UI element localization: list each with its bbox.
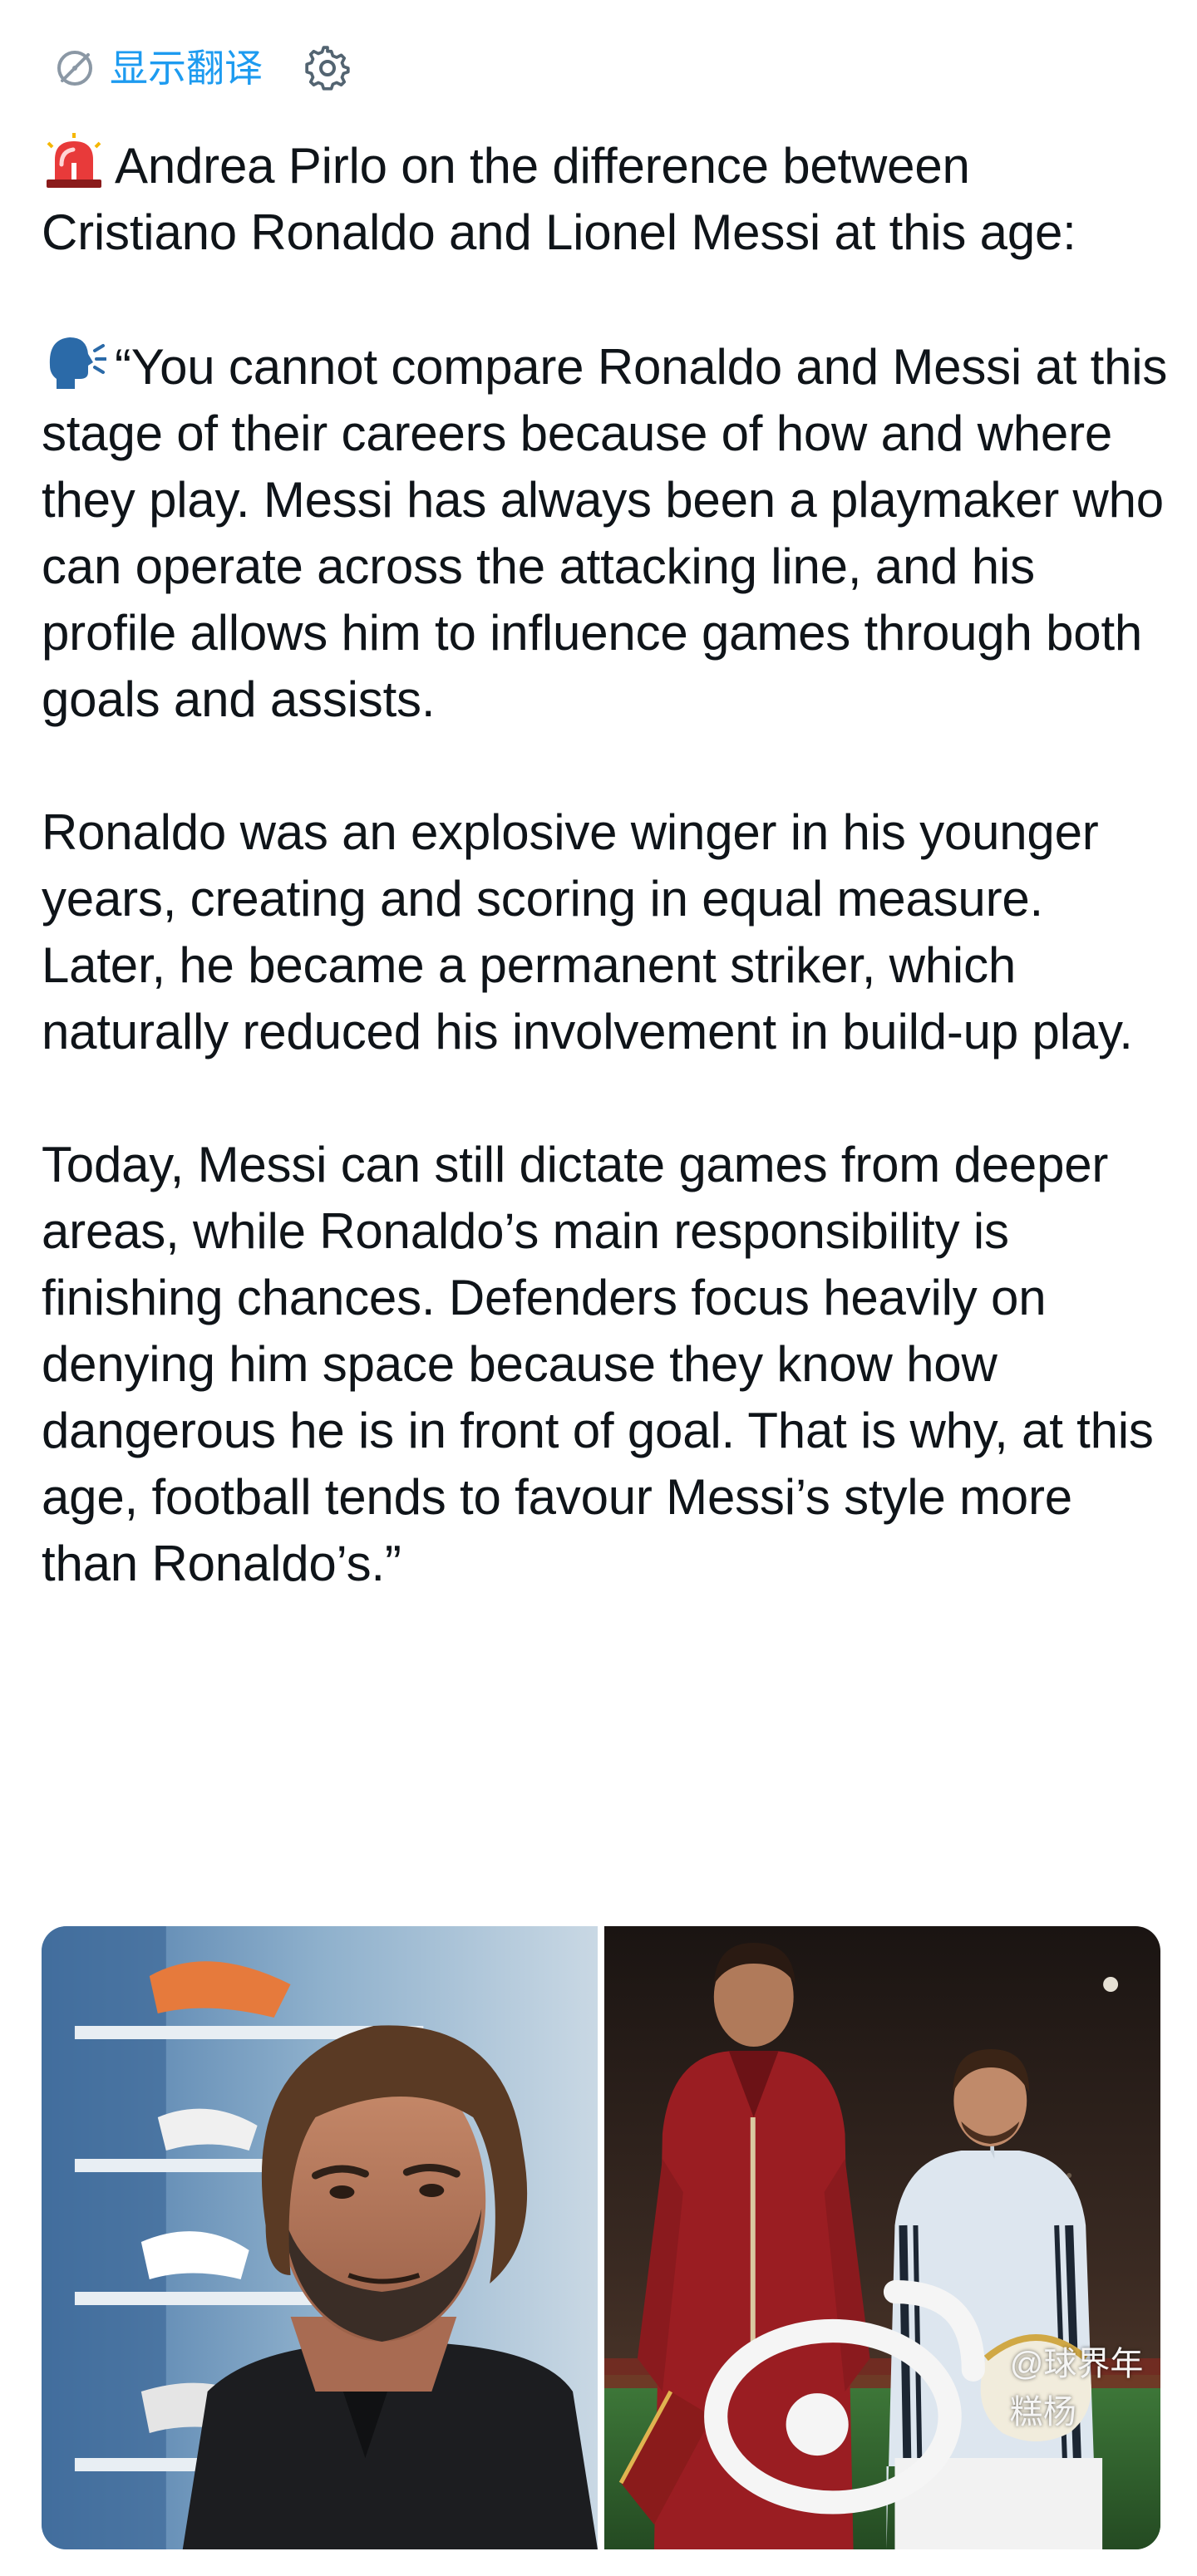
tweet-paragraph-2: “You cannot compare Ronaldo and Messi at… xyxy=(42,332,1172,733)
show-translation-link[interactable]: 显示翻译 xyxy=(53,47,263,90)
speaking-head-emoji xyxy=(49,337,106,389)
pirlo-photo[interactable] xyxy=(42,1926,598,2549)
paragraph-1-text: Andrea Pirlo on the difference between C… xyxy=(42,138,1076,260)
show-translation-label: 显示翻译 xyxy=(110,47,263,90)
weibo-watermark: @球界年糕杨 xyxy=(692,2229,1147,2541)
translate-bar: 显示翻译 xyxy=(53,42,354,95)
siren-emoji xyxy=(47,133,101,188)
paragraph-2-text: “You cannot compare Ronaldo and Messi at… xyxy=(42,339,1168,727)
translation-settings-button[interactable] xyxy=(301,42,354,95)
ronaldo-messi-photo[interactable]: @球界年糕杨 xyxy=(604,1926,1160,2549)
media-grid: @球界年糕杨 xyxy=(42,1926,1160,2549)
translate-icon xyxy=(57,51,92,86)
tweet-paragraph-1: Andrea Pirlo on the difference between C… xyxy=(42,131,1172,266)
weibo-logo-icon xyxy=(704,2279,986,2515)
tweet-paragraph-4: Today, Messi can still dictate games fro… xyxy=(42,1137,1154,1591)
gear-icon xyxy=(305,46,350,91)
tweet-paragraph-3: Ronaldo was an explosive winger in his y… xyxy=(42,804,1133,1059)
tweet-text: Andrea Pirlo on the difference between C… xyxy=(42,131,1172,1597)
watermark-text: @球界年糕杨 xyxy=(1009,2346,1144,2431)
pirlo-photo-illustration xyxy=(42,1926,598,2549)
